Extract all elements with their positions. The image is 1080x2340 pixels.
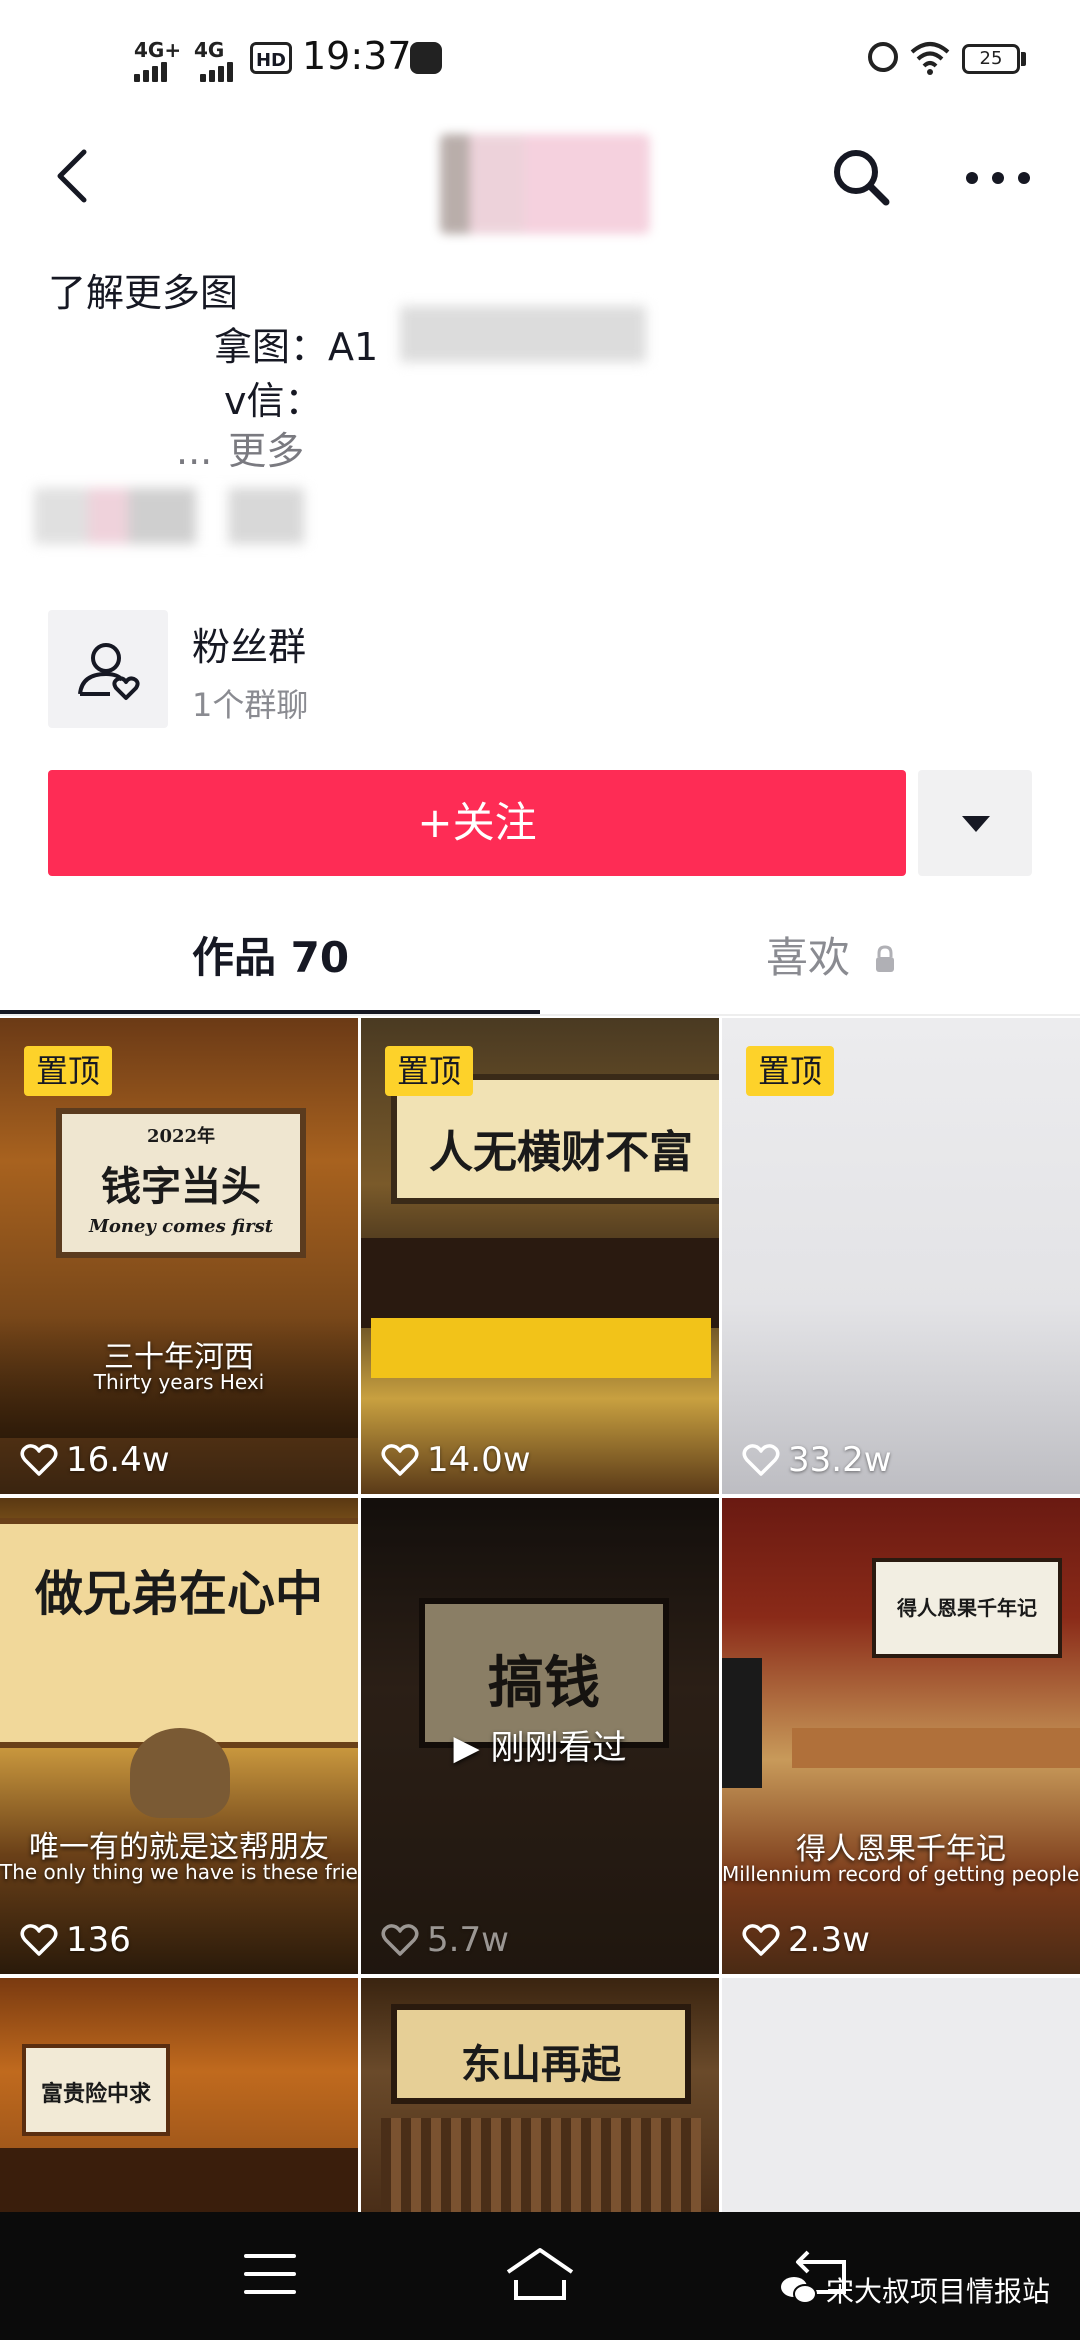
pinned-badge: 置顶 bbox=[385, 1046, 474, 1096]
bio-more-label: 更多 bbox=[228, 429, 305, 473]
pinned-badge: 置顶 bbox=[746, 1046, 835, 1096]
recently-viewed-label: ▶ 刚刚看过 bbox=[361, 1720, 719, 1769]
like-count: 16.4w bbox=[20, 1440, 170, 1480]
plaque-year: 2022年 bbox=[146, 1126, 216, 1147]
like-count-label: 136 bbox=[66, 1920, 131, 1960]
watermark: 宋大叔项目情报站 bbox=[780, 2270, 1050, 2310]
menu-icon[interactable] bbox=[244, 2252, 296, 2296]
bio-blur-2 bbox=[34, 488, 304, 544]
battery-icon: 25 bbox=[962, 44, 1020, 74]
video-tile-empty bbox=[722, 1978, 1080, 2212]
video-plaque-4: 做兄弟在心中 bbox=[0, 1518, 358, 1748]
signal-1-icon bbox=[134, 56, 168, 82]
watermark-text: 宋大叔项目情报站 bbox=[826, 2275, 1051, 2308]
search-icon[interactable] bbox=[826, 142, 896, 212]
like-count-label: 5.7w bbox=[427, 1920, 509, 1960]
battery-tip bbox=[1021, 52, 1026, 66]
video-tile-6[interactable]: 得人恩果千年记 得人恩果千年记 Millennium record of get… bbox=[722, 1498, 1080, 1974]
heart-icon bbox=[381, 1924, 419, 1956]
like-count-label: 16.4w bbox=[66, 1440, 170, 1480]
bio-blur-1 bbox=[400, 306, 646, 362]
recently-viewed-text: 刚刚看过 bbox=[490, 1728, 627, 1768]
fan-group-icon-box[interactable] bbox=[48, 610, 168, 728]
plaque-text: 人无横财不富 bbox=[429, 1127, 693, 1178]
plaque-text: 做兄弟在心中 bbox=[34, 1566, 323, 1622]
status-bar: 4G+ 4G HD 19:37 25 bbox=[0, 0, 1080, 120]
home-icon[interactable] bbox=[504, 2246, 576, 2302]
caret-down-icon bbox=[962, 816, 990, 832]
wechat-icon bbox=[781, 2277, 817, 2304]
pinned-badge: 置顶 bbox=[24, 1046, 113, 1096]
fan-group-title[interactable]: 粉丝群 bbox=[192, 616, 306, 671]
plaque-text: 得人恩果千年记 bbox=[897, 1596, 1037, 1620]
table bbox=[792, 1728, 1080, 1768]
chevron-left-icon[interactable] bbox=[44, 146, 104, 206]
video-plaque-8: 东山再起 bbox=[391, 2004, 691, 2104]
like-count: 5.7w bbox=[381, 1920, 509, 1960]
like-count: 136 bbox=[20, 1920, 131, 1960]
vase bbox=[130, 1728, 230, 1818]
fan-group-subtitle: 1个群聊 bbox=[192, 686, 309, 724]
heart-icon bbox=[20, 1924, 58, 1956]
plaque-text: 富贵险中求 bbox=[40, 2081, 151, 2107]
like-count: 33.2w bbox=[742, 1440, 892, 1480]
lock-icon bbox=[876, 945, 895, 972]
heart-icon bbox=[742, 1444, 780, 1476]
heart-icon bbox=[742, 1924, 780, 1956]
video-caption-en: Millennium record of getting people's fa… bbox=[722, 1862, 1080, 1886]
app-notification-icon bbox=[410, 42, 442, 74]
like-count-label: 14.0w bbox=[427, 1440, 531, 1480]
tab-likes-label: 喜欢 bbox=[766, 933, 851, 982]
hd-voice-icon: HD bbox=[250, 42, 292, 74]
plaque-text: 钱字当头 bbox=[101, 1163, 261, 1210]
tab-divider bbox=[0, 1014, 1080, 1016]
bio-more-link[interactable]: ... 更多 bbox=[176, 420, 304, 475]
like-count: 2.3w bbox=[742, 1920, 870, 1960]
status-time: 19:37 bbox=[302, 34, 412, 78]
heart-icon bbox=[381, 1444, 419, 1476]
bio-line-2: 拿图：A1 bbox=[214, 325, 379, 369]
signal-2-icon bbox=[200, 56, 234, 82]
bio-line-1: 了解更多图 bbox=[48, 271, 239, 315]
more-actions-button[interactable] bbox=[918, 770, 1032, 876]
fan-group-icon bbox=[78, 643, 140, 700]
video-tile-4[interactable]: 做兄弟在心中 唯一有的就是这帮朋友 The only thing we have… bbox=[0, 1498, 358, 1974]
plaque-english: Money comes first bbox=[88, 1216, 274, 1237]
video-tile-2[interactable]: 人无横财不富 置顶 14.0w bbox=[361, 1018, 719, 1494]
wifi-icon bbox=[910, 42, 950, 75]
sofa-back bbox=[361, 1238, 719, 1328]
video-plaque-7: 富贵险中求 bbox=[22, 2044, 170, 2136]
video-tile-1[interactable]: 2022年 钱字当头 Money comes first 置顶 三十年河西 Th… bbox=[0, 1018, 358, 1494]
heart-icon bbox=[20, 1444, 58, 1476]
tv-screen bbox=[722, 1658, 762, 1788]
more-horizontal-icon[interactable] bbox=[960, 140, 1036, 216]
video-plaque-6: 得人恩果千年记 bbox=[872, 1558, 1062, 1658]
like-count: 14.0w bbox=[381, 1440, 531, 1480]
like-count-label: 2.3w bbox=[788, 1920, 870, 1960]
video-tile-5[interactable]: 搞钱 ▶ 刚刚看过 5.7w bbox=[361, 1498, 719, 1974]
plaque-text: 东山再起 bbox=[461, 2041, 621, 2088]
bio-line-3: v信： bbox=[224, 379, 323, 423]
alarm-icon bbox=[868, 42, 898, 72]
tab-likes[interactable]: 喜欢 bbox=[766, 924, 897, 985]
video-tile-8[interactable]: 东山再起 bbox=[361, 1978, 719, 2212]
video-caption-en: The only thing we have is these friends bbox=[0, 1860, 358, 1884]
bio-ellipsis: ... bbox=[176, 429, 213, 473]
video-tile-3[interactable]: 置顶 33.2w bbox=[722, 1018, 1080, 1494]
like-count-label: 33.2w bbox=[788, 1440, 892, 1480]
video-caption-en: Thirty years Hexi bbox=[93, 1370, 265, 1394]
play-icon: ▶ bbox=[453, 1728, 480, 1768]
tab-works[interactable]: 作品 70 bbox=[192, 924, 349, 985]
video-tile-7[interactable]: 富贵险中求 bbox=[0, 1978, 358, 2212]
lattice-door bbox=[381, 2118, 701, 2212]
sofa-cushion bbox=[371, 1318, 711, 1378]
furniture bbox=[0, 2148, 358, 2212]
follow-button[interactable]: +关注 bbox=[48, 770, 906, 876]
video-plaque-1: 2022年 钱字当头 Money comes first bbox=[56, 1108, 306, 1258]
